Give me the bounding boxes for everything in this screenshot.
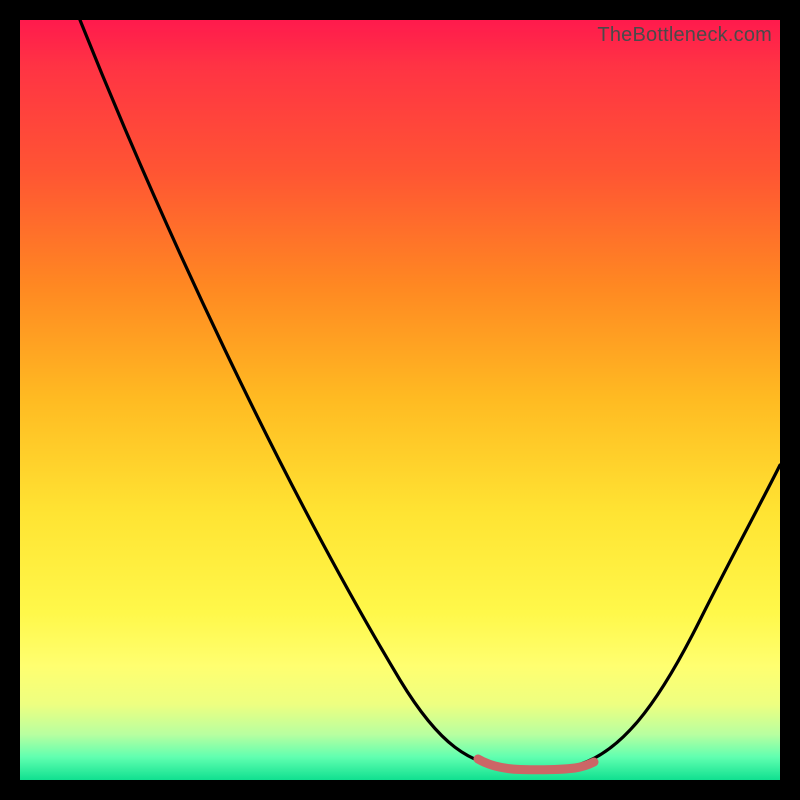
chart-frame: TheBottleneck.com	[20, 20, 780, 780]
chart-svg	[20, 20, 780, 780]
optimal-range-marker	[478, 759, 594, 770]
bottleneck-curve	[80, 20, 780, 770]
watermark-text: TheBottleneck.com	[597, 24, 772, 47]
